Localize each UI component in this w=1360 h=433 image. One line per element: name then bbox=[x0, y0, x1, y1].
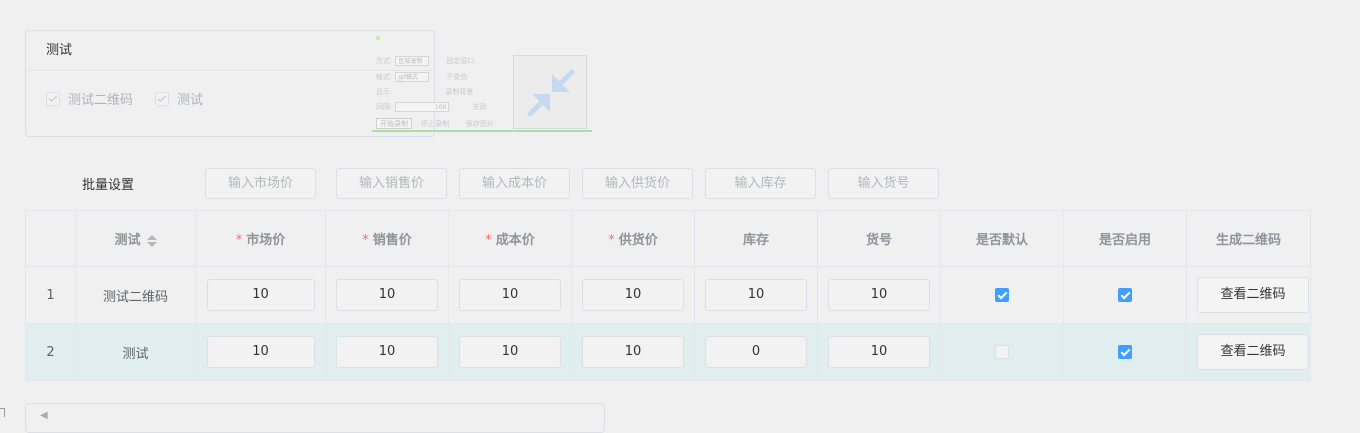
format-label: 格式: bbox=[376, 73, 393, 81]
table-header-row: 测试 * 市场价 * 销售价 * 成本价 * 供货价 库存 货号 是否默认 是否启用 生… bbox=[25, 210, 1311, 267]
format-select[interactable]: gif格式 bbox=[395, 72, 430, 82]
mode-label: 方式: bbox=[376, 57, 393, 65]
cost-price-label: 成本价 bbox=[495, 233, 535, 248]
checkbox-icon[interactable] bbox=[46, 91, 60, 106]
stock-header: 库存 bbox=[694, 210, 818, 267]
required-mark: * bbox=[608, 233, 615, 248]
view-qr-button[interactable]: 查看二维码 bbox=[1197, 277, 1309, 313]
table-row: 1 测试二维码 10 10 10 10 10 10 查看二维码 bbox=[25, 266, 1311, 324]
mode-select[interactable]: 区域录制 bbox=[395, 56, 430, 66]
shrink-arrows-icon bbox=[527, 69, 575, 117]
batch-supply-price-button[interactable]: 输入供货价 bbox=[582, 168, 693, 199]
capture-preview bbox=[513, 55, 587, 129]
supply-price-label: 供货价 bbox=[618, 233, 658, 248]
is-default-checkbox[interactable] bbox=[995, 288, 1009, 302]
batch-sku-no-button[interactable]: 输入货号 bbox=[828, 168, 939, 199]
market-price-label: 市场价 bbox=[246, 233, 286, 248]
is-enabled-checkbox[interactable] bbox=[1118, 288, 1132, 302]
cost-price-input[interactable]: 10 bbox=[459, 279, 561, 311]
status-dot-icon bbox=[376, 36, 380, 40]
batch-stock-button[interactable]: 输入库存 bbox=[705, 168, 816, 199]
interval-label: 间隔: bbox=[376, 103, 393, 111]
supply-price-input[interactable]: 10 bbox=[582, 279, 684, 311]
batch-settings-label: 批量设置 bbox=[82, 178, 135, 193]
spec-option-label: 测试 bbox=[177, 93, 204, 108]
capture-progress-line bbox=[372, 130, 592, 132]
sale-price-input[interactable]: 10 bbox=[336, 279, 438, 311]
supply-price-input[interactable]: 10 bbox=[582, 336, 684, 368]
close-option[interactable]: 关闭 bbox=[472, 102, 486, 112]
batch-market-price-button[interactable]: 输入市场价 bbox=[205, 168, 316, 199]
spec-option-qr[interactable]: 测试二维码 bbox=[46, 89, 133, 108]
save-image-button[interactable]: 保存图片 bbox=[466, 119, 494, 129]
display-label: 显示: bbox=[376, 88, 393, 96]
bottom-panel: ◀ bbox=[25, 403, 605, 433]
is-enabled-header: 是否启用 bbox=[1063, 210, 1187, 267]
table-row: 2 测试 10 10 10 10 0 10 查看二维码 bbox=[25, 323, 1311, 381]
sale-price-label: 销售价 bbox=[372, 233, 412, 248]
interval-input[interactable]: 100 bbox=[395, 102, 450, 112]
index-header bbox=[25, 210, 76, 267]
record-bg-option[interactable]: 录制背景 bbox=[445, 87, 473, 97]
supply-price-header: * 供货价 bbox=[571, 210, 695, 267]
is-default-header: 是否默认 bbox=[940, 210, 1064, 267]
stock-input[interactable]: 10 bbox=[705, 279, 807, 311]
batch-sale-price-button[interactable]: 输入销售价 bbox=[336, 168, 447, 199]
chevron-left-icon[interactable]: ◀ bbox=[40, 410, 48, 421]
spec-header[interactable]: 测试 bbox=[75, 210, 196, 267]
row-spec: 测试 bbox=[75, 323, 196, 381]
sale-price-header: * 销售价 bbox=[325, 210, 449, 267]
sku-no-input[interactable]: 10 bbox=[828, 336, 930, 368]
qr-header: 生成二维码 bbox=[1186, 210, 1311, 267]
sku-table: 测试 * 市场价 * 销售价 * 成本价 * 供货价 库存 货号 是否默认 是否启用 生… bbox=[25, 210, 1311, 381]
required-mark: * bbox=[362, 233, 369, 248]
spec-option-label: 测试二维码 bbox=[68, 93, 134, 108]
required-mark: * bbox=[235, 233, 243, 248]
fixed-window-option[interactable]: 固定窗口 bbox=[446, 56, 474, 66]
stop-record-button[interactable]: 停止录制 bbox=[421, 119, 449, 129]
color-select[interactable]: 不变色 bbox=[446, 72, 467, 82]
start-record-button[interactable]: 开始录制 bbox=[376, 118, 412, 129]
row-index: 2 bbox=[25, 323, 76, 381]
row-spec: 测试二维码 bbox=[75, 266, 196, 324]
screen-recorder-widget: 方式: 区域录制 固定窗口 格式: gif格式 不变色 显示: 录制背景 间隔:… bbox=[372, 34, 592, 134]
sku-no-input[interactable]: 10 bbox=[828, 279, 930, 311]
spec-option-test[interactable]: 测试 bbox=[155, 89, 203, 108]
batch-cost-price-button[interactable]: 输入成本价 bbox=[459, 168, 570, 199]
market-price-input[interactable]: 10 bbox=[206, 279, 315, 311]
market-price-header: * 市场价 bbox=[195, 210, 326, 267]
spec-header-label: 测试 bbox=[114, 233, 141, 248]
cost-price-input[interactable]: 10 bbox=[459, 336, 561, 368]
view-qr-button[interactable]: 查看二维码 bbox=[1197, 334, 1309, 370]
row-index: 1 bbox=[25, 266, 76, 324]
stock-input[interactable]: 0 bbox=[705, 336, 807, 368]
sale-price-input[interactable]: 10 bbox=[336, 336, 438, 368]
cost-price-header: * 成本价 bbox=[448, 210, 572, 267]
sort-icon[interactable] bbox=[146, 234, 157, 248]
market-price-input[interactable]: 10 bbox=[206, 336, 315, 368]
checkbox-icon[interactable] bbox=[155, 91, 170, 106]
is-default-checkbox[interactable] bbox=[995, 345, 1009, 359]
is-enabled-checkbox[interactable] bbox=[1118, 345, 1132, 359]
required-mark: * bbox=[485, 233, 492, 248]
sku-no-header: 货号 bbox=[817, 210, 941, 267]
edge-mark bbox=[0, 408, 5, 417]
